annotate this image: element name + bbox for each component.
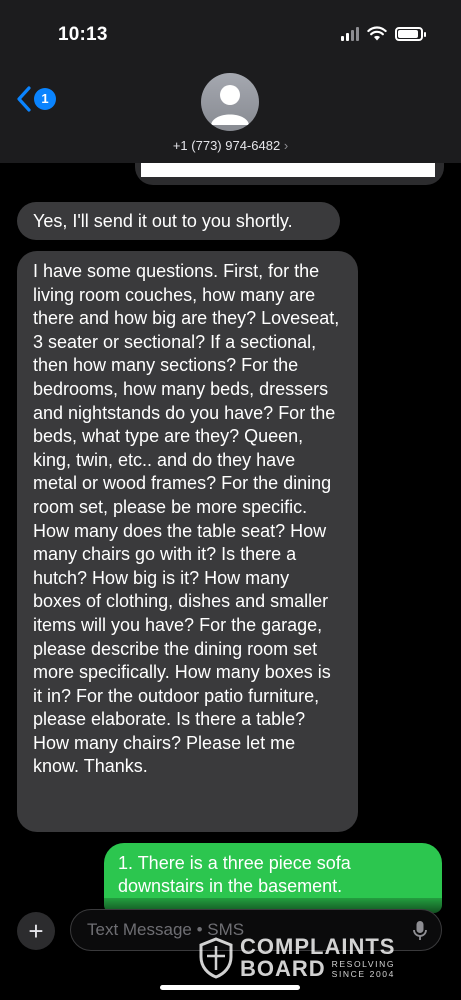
conversation-header: 10:13 1 +1 (773) 974-6482 ›: [0, 0, 461, 163]
back-button[interactable]: 1: [16, 86, 56, 112]
microphone-icon[interactable]: [413, 920, 427, 942]
person-icon: [211, 85, 249, 125]
shield-logo-icon: [199, 937, 233, 979]
battery-icon: [395, 26, 426, 41]
status-time: 10:13: [58, 24, 108, 45]
status-icons: [341, 26, 426, 41]
contact-avatar[interactable]: [201, 73, 259, 131]
watermark-line1: COMPLAINTS: [240, 934, 396, 959]
watermark-tag1: RESOLVING: [331, 959, 396, 969]
wifi-icon: [367, 26, 387, 41]
watermark-line2: BOARD: [240, 956, 326, 981]
cellular-signal-icon: [341, 26, 359, 41]
watermark-tag2: SINCE 2004: [331, 969, 395, 979]
message-bubble-incoming[interactable]: Yes, I'll send it out to you shortly.: [17, 202, 340, 240]
message-bubble-incoming[interactable]: I have some questions. First, for the li…: [17, 251, 358, 832]
contact-number: +1 (773) 974-6482: [172, 138, 281, 153]
unread-count-badge: 1: [34, 88, 56, 110]
contact-name[interactable]: +1 (773) 974-6482 ›: [0, 138, 461, 153]
add-attachment-button[interactable]: +: [17, 912, 55, 950]
complaintsboard-watermark: COMPLAINTS BOARD RESOLVING SINCE 2004: [198, 936, 395, 980]
chevron-left-icon: [17, 86, 31, 112]
home-indicator[interactable]: [160, 985, 300, 990]
contact-chevron-icon: ›: [283, 138, 289, 153]
